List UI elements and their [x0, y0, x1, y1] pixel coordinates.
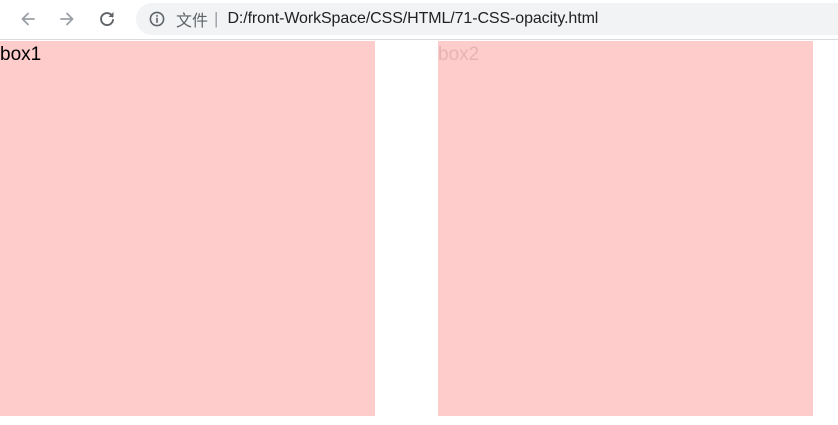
browser-toolbar: 文件 | D:/front-WorkSpace/CSS/HTML/71-CSS-…: [0, 0, 838, 40]
arrow-right-icon: [60, 12, 74, 26]
box2: box2: [438, 41, 813, 416]
info-circle-icon[interactable]: [149, 11, 165, 27]
address-bar[interactable]: 文件 | D:/front-WorkSpace/CSS/HTML/71-CSS-…: [136, 3, 838, 35]
back-button[interactable]: [13, 4, 43, 34]
box2-label: box2: [438, 44, 480, 65]
reload-button[interactable]: [92, 4, 122, 34]
box1: box1: [0, 41, 375, 416]
scheme-label: 文件: [176, 11, 209, 30]
forward-button[interactable]: [52, 4, 82, 34]
page-content: box1 box2: [0, 41, 838, 425]
box1-label: box1: [0, 44, 42, 65]
reload-icon: [100, 12, 114, 26]
arrow-left-icon: [21, 12, 35, 26]
address-separator: |: [214, 9, 219, 28]
url-text[interactable]: D:/front-WorkSpace/CSS/HTML/71-CSS-opaci…: [227, 10, 598, 28]
